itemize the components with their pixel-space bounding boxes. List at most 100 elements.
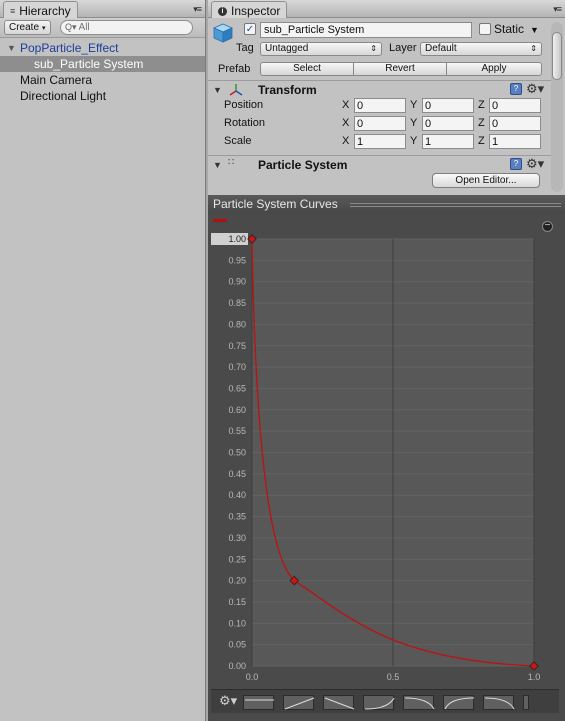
y-tick-label: 0.15 — [228, 597, 246, 607]
tag-label: Tag — [236, 42, 254, 54]
scale-z-field[interactable]: 1 — [489, 134, 541, 149]
particle-system-title: Particle System — [258, 158, 348, 172]
position-z-field[interactable]: 0 — [489, 98, 541, 113]
expand-arrow-icon[interactable]: ▼ — [7, 40, 16, 56]
preset-linear-down[interactable] — [323, 695, 355, 710]
rotation-label: Rotation — [224, 117, 265, 129]
collapse-arrow-icon[interactable]: ▼ — [213, 160, 222, 170]
hierarchy-search[interactable]: Q▾ — [60, 20, 193, 35]
panel-menu-icon[interactable]: ▾≡ — [553, 4, 562, 15]
gear-icon[interactable]: ⚙▾ — [526, 156, 544, 172]
collapse-arrow-icon[interactable]: ▼ — [213, 85, 222, 95]
preset-ease-out-down[interactable] — [483, 695, 515, 710]
x-tick-label: 0.5 — [387, 672, 400, 682]
search-icon: Q▾ — [65, 22, 77, 32]
y-axis-label: Y — [410, 99, 418, 111]
open-editor-button[interactable]: Open Editor... — [432, 173, 540, 188]
y-tick-label: 0.80 — [228, 319, 246, 329]
help-book-icon[interactable]: ? — [510, 158, 522, 170]
static-checkbox[interactable] — [479, 23, 491, 35]
remove-curve-icon[interactable]: − — [542, 221, 553, 232]
position-y-field[interactable]: 0 — [422, 98, 474, 113]
curves-title: Particle System Curves — [213, 197, 338, 211]
x-tick-label: 1.0 — [528, 672, 541, 682]
y-tick-label: 0.55 — [228, 426, 246, 436]
tab-hierarchy-label: Hierarchy — [19, 4, 71, 18]
active-checkbox[interactable]: ✓ — [244, 23, 256, 35]
tab-inspector[interactable]: i Inspector — [211, 1, 288, 18]
rotation-x-field[interactable]: 0 — [354, 116, 406, 131]
particle-curves-panel: Particle System Curves 1.00 0.95 0.90 0.85 0… — [208, 195, 565, 721]
x-tick-label: 0.0 — [246, 672, 259, 682]
prefab-revert-button[interactable]: Revert — [353, 62, 447, 76]
layer-dropdown[interactable]: Default ⇕ — [420, 42, 542, 56]
panel-menu-icon[interactable]: ▾≡ — [193, 4, 202, 15]
prefab-apply-button[interactable]: Apply — [446, 62, 542, 76]
curve-presets-toolbar: ⚙▾ — [211, 689, 559, 713]
dropdown-arrows-icon: ⇕ — [370, 44, 377, 53]
z-axis-label: Z — [478, 135, 485, 147]
curve-color-swatch — [213, 219, 227, 222]
x-axis-label: X — [342, 117, 350, 129]
y-tick-label: 0.75 — [228, 341, 246, 351]
scale-x-field[interactable]: 1 — [354, 134, 406, 149]
position-row: Position X 0 Y 0 Z 0 — [208, 97, 551, 115]
y-tick-label: 0.35 — [228, 512, 246, 522]
particle-system-header[interactable]: ▼ ∷ Particle System ? ⚙▾ — [208, 155, 551, 173]
position-x-field[interactable]: 0 — [354, 98, 406, 113]
hierarchy-item-directional-light[interactable]: Directional Light — [0, 88, 205, 104]
drag-grip[interactable] — [350, 203, 561, 207]
create-button[interactable]: Create ▾ — [4, 20, 51, 35]
static-dropdown-icon[interactable]: ▼ — [530, 25, 539, 35]
transform-icon — [229, 84, 243, 96]
y-tick-label: 0.05 — [228, 640, 246, 650]
inspector-tabbar: i Inspector ▾≡ — [208, 0, 565, 18]
tab-hierarchy[interactable]: ≡ Hierarchy — [3, 1, 78, 18]
tag-dropdown[interactable]: Untagged ⇕ — [260, 42, 382, 56]
tab-inspector-label: Inspector — [231, 4, 281, 18]
position-label: Position — [224, 99, 264, 111]
y-tick-label: 1.00 — [228, 234, 246, 244]
preset-ease-out[interactable] — [443, 695, 475, 710]
gear-icon[interactable]: ⚙▾ — [219, 693, 237, 709]
prefab-select-button[interactable]: Select — [260, 62, 354, 76]
gameobject-cube-icon — [213, 23, 233, 43]
preset-ease-out-icon — [444, 697, 475, 710]
preset-ease-in-down[interactable] — [403, 695, 435, 710]
curve-chart[interactable]: 1.00 0.95 0.90 0.85 0.80 0.75 0.70 0.65 0.60 0.55… — [211, 213, 559, 687]
y-tick-label: 0.45 — [228, 469, 246, 479]
y-tick-label: 0.85 — [228, 298, 246, 308]
z-axis-label: Z — [478, 117, 485, 129]
layer-label: Layer — [389, 42, 417, 54]
transform-header[interactable]: ▼ Transform ? ⚙▾ — [208, 80, 551, 98]
hierarchy-item-label: Main Camera — [20, 73, 93, 87]
scale-row: Scale X 1 Y 1 Z 1 — [208, 133, 551, 151]
rotation-row: Rotation X 0 Y 0 Z 0 — [208, 115, 551, 133]
hierarchy-list: ▼ PopParticle_Effect sub_Particle System… — [0, 38, 205, 104]
info-icon: i — [218, 6, 227, 16]
preset-linear-up[interactable] — [283, 695, 315, 710]
z-axis-label: Z — [478, 99, 485, 111]
x-axis-label: X — [342, 99, 350, 111]
rotation-z-field[interactable]: 0 — [489, 116, 541, 131]
y-tick-label: 0.20 — [228, 576, 246, 586]
search-input[interactable] — [78, 22, 179, 33]
object-name-field[interactable]: sub_Particle System — [260, 22, 472, 38]
inspector-scrollbar[interactable] — [551, 22, 563, 192]
preset-more[interactable] — [523, 695, 529, 710]
y-tick-label: 0.40 — [228, 490, 246, 500]
gear-icon[interactable]: ⚙▾ — [526, 81, 544, 97]
static-label: Static — [494, 22, 525, 36]
hierarchy-item-main-camera[interactable]: Main Camera — [0, 72, 205, 88]
preset-constant[interactable] — [243, 695, 274, 710]
y-tick-label: 0.90 — [228, 277, 246, 287]
help-book-icon[interactable]: ? — [510, 83, 522, 95]
rotation-y-field[interactable]: 0 — [422, 116, 474, 131]
scrollbar-thumb[interactable] — [552, 32, 562, 80]
scale-y-field[interactable]: 1 — [422, 134, 474, 149]
preset-ease-in[interactable] — [363, 695, 395, 710]
preset-ease-out-down-icon — [484, 697, 515, 710]
hierarchy-item-popparticle-effect[interactable]: ▼ PopParticle_Effect — [0, 40, 205, 56]
hierarchy-item-sub-particle-system[interactable]: sub_Particle System — [0, 56, 205, 72]
y-tick-label: 0.70 — [228, 362, 246, 372]
